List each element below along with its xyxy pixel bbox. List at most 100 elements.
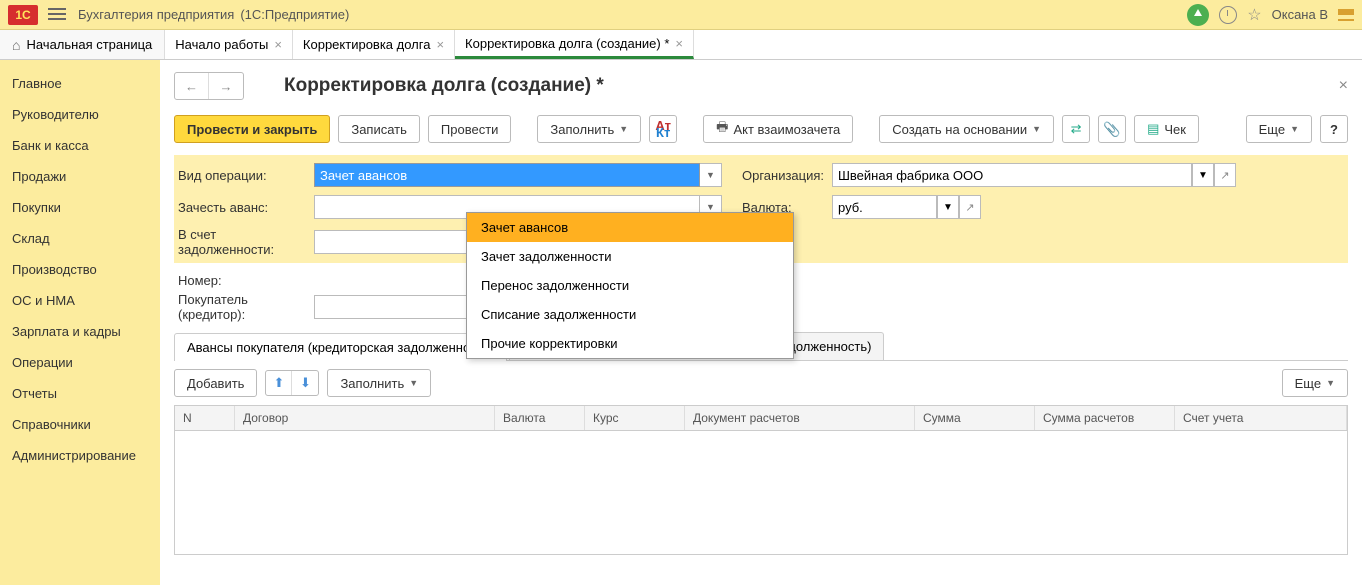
- tab-label: Корректировка долга: [303, 37, 431, 52]
- check-button[interactable]: ▤Чек: [1134, 115, 1199, 143]
- hamburger-icon[interactable]: [48, 8, 66, 22]
- add-row-button[interactable]: Добавить: [174, 369, 257, 397]
- favorite-icon[interactable]: ☆: [1247, 5, 1261, 25]
- titlebar: 1C Бухгалтерия предприятия (1С:Предприят…: [0, 0, 1362, 30]
- dropdown-item[interactable]: Списание задолженности: [467, 300, 793, 329]
- tab-label: Корректировка долга (создание) *: [465, 36, 669, 51]
- currency-open-button[interactable]: ↗: [959, 195, 981, 219]
- close-icon[interactable]: ×: [436, 37, 444, 52]
- currency-field[interactable]: [832, 195, 937, 219]
- content: ← → Корректировка долга (создание) * × П…: [160, 60, 1362, 585]
- close-icon[interactable]: ×: [274, 37, 282, 52]
- sidebar-item-sales[interactable]: Продажи: [0, 161, 160, 192]
- forward-button[interactable]: →: [209, 73, 243, 99]
- dropdown-item[interactable]: Прочие корректировки: [467, 329, 793, 358]
- sidebar-item-assets[interactable]: ОС и НМА: [0, 285, 160, 316]
- org-open-button[interactable]: ↗: [1214, 163, 1236, 187]
- col-valuta[interactable]: Валюта: [495, 406, 585, 430]
- dropdown-item[interactable]: Зачет задолженности: [467, 242, 793, 271]
- col-summar[interactable]: Сумма расчетов: [1035, 406, 1175, 430]
- home-tab-label: Начальная страница: [26, 37, 152, 52]
- write-button[interactable]: Записать: [338, 115, 420, 143]
- app-name: Бухгалтерия предприятия: [78, 7, 234, 22]
- move-up-button[interactable]: ⬆: [266, 371, 292, 395]
- attach-button[interactable]: 📎: [1098, 115, 1126, 143]
- tab-debt-adjustment[interactable]: Корректировка долга ×: [293, 30, 455, 59]
- debt-label: В счет задолженности:: [174, 227, 314, 257]
- fill-button[interactable]: Заполнить▼: [537, 115, 641, 143]
- close-page-button[interactable]: ×: [1339, 77, 1348, 95]
- sidebar-item-bank[interactable]: Банк и касса: [0, 130, 160, 161]
- sub-fill-button[interactable]: Заполнить▼: [327, 369, 431, 397]
- platform-name: (1С:Предприятие): [240, 7, 349, 22]
- tab-debt-adjustment-new[interactable]: Корректировка долга (создание) * ×: [455, 30, 694, 59]
- sidebar: Главное Руководителю Банк и касса Продаж…: [0, 60, 160, 585]
- back-button[interactable]: ←: [175, 73, 209, 99]
- help-button[interactable]: ?: [1320, 115, 1348, 143]
- sidebar-item-refs[interactable]: Справочники: [0, 409, 160, 440]
- notification-icon[interactable]: [1187, 4, 1209, 26]
- op-type-dropdown: Зачет авансов Зачет задолженности Перено…: [466, 212, 794, 359]
- more-button[interactable]: Еще▼: [1246, 115, 1312, 143]
- col-account[interactable]: Счет учета: [1175, 406, 1347, 430]
- expand-icon: ↗: [1220, 169, 1229, 182]
- table: N Договор Валюта Курс Документ расчетов …: [174, 405, 1348, 555]
- col-n[interactable]: N: [175, 406, 235, 430]
- op-type-label: Вид операции:: [174, 168, 314, 183]
- col-doc[interactable]: Документ расчетов: [685, 406, 915, 430]
- link-button[interactable]: ⇄: [1062, 115, 1090, 143]
- number-label: Номер:: [174, 273, 254, 288]
- close-icon[interactable]: ×: [675, 36, 683, 51]
- org-dropdown-button[interactable]: ▼: [1192, 163, 1214, 187]
- subtab-advances[interactable]: Авансы покупателя (кредиторская задолжен…: [174, 333, 507, 361]
- attachment-icon: 📎: [1103, 121, 1120, 138]
- home-tab[interactable]: ⌂ Начальная страница: [0, 30, 165, 59]
- tabsbar: ⌂ Начальная страница Начало работы × Кор…: [0, 30, 1362, 60]
- post-button[interactable]: Провести: [428, 115, 512, 143]
- sidebar-item-warehouse[interactable]: Склад: [0, 223, 160, 254]
- page-title: Корректировка долга (создание) *: [284, 75, 604, 97]
- print-icon: 🖶: [716, 118, 728, 140]
- col-kurs[interactable]: Курс: [585, 406, 685, 430]
- dropdown-item[interactable]: Перенос задолженности: [467, 271, 793, 300]
- move-down-button[interactable]: ⬇: [292, 371, 318, 395]
- user-name[interactable]: Оксана В: [1272, 7, 1328, 22]
- panel-toggle-icon[interactable]: [1338, 9, 1354, 21]
- row-move-buttons: ⬆ ⬇: [265, 370, 319, 396]
- dropdown-item[interactable]: Зачет авансов: [467, 213, 793, 242]
- sub-more-button[interactable]: Еще▼: [1282, 369, 1348, 397]
- op-type-dropdown-button[interactable]: ▼: [700, 163, 722, 187]
- expand-icon: ↗: [965, 201, 974, 214]
- create-based-button[interactable]: Создать на основании▼: [879, 115, 1054, 143]
- tab-start[interactable]: Начало работы ×: [165, 30, 293, 59]
- post-and-close-button[interactable]: Провести и закрыть: [174, 115, 330, 143]
- home-icon: ⌂: [12, 37, 20, 53]
- tab-label: Начало работы: [175, 37, 268, 52]
- buyer-label: Покупатель (кредитор):: [174, 292, 314, 322]
- dtkt-button[interactable]: АтКт: [649, 115, 677, 143]
- link-icon: ⇄: [1071, 121, 1082, 137]
- sidebar-item-operations[interactable]: Операции: [0, 347, 160, 378]
- history-icon[interactable]: [1219, 6, 1237, 24]
- logo-1c: 1C: [8, 5, 38, 25]
- sidebar-item-admin[interactable]: Администрирование: [0, 440, 160, 471]
- subtoolbar: Добавить ⬆ ⬇ Заполнить▼ Еще▼: [174, 361, 1348, 405]
- act-button[interactable]: 🖶Акт взаимозачета: [703, 115, 853, 143]
- toolbar: Провести и закрыть Записать Провести Зап…: [174, 115, 1348, 143]
- sidebar-item-reports[interactable]: Отчеты: [0, 378, 160, 409]
- org-field[interactable]: [832, 163, 1192, 187]
- op-type-field[interactable]: [314, 163, 700, 187]
- sidebar-item-production[interactable]: Производство: [0, 254, 160, 285]
- advance-label: Зачесть аванс:: [174, 200, 314, 215]
- col-summa[interactable]: Сумма: [915, 406, 1035, 430]
- nav-buttons: ← →: [174, 72, 244, 100]
- org-label: Организация:: [742, 168, 832, 183]
- sidebar-item-payroll[interactable]: Зарплата и кадры: [0, 316, 160, 347]
- receipt-icon: ▤: [1147, 121, 1159, 137]
- currency-dropdown-button[interactable]: ▼: [937, 195, 959, 219]
- table-header: N Договор Валюта Курс Документ расчетов …: [175, 406, 1347, 431]
- sidebar-item-purchases[interactable]: Покупки: [0, 192, 160, 223]
- sidebar-item-manager[interactable]: Руководителю: [0, 99, 160, 130]
- col-dogovor[interactable]: Договор: [235, 406, 495, 430]
- sidebar-item-main[interactable]: Главное: [0, 68, 160, 99]
